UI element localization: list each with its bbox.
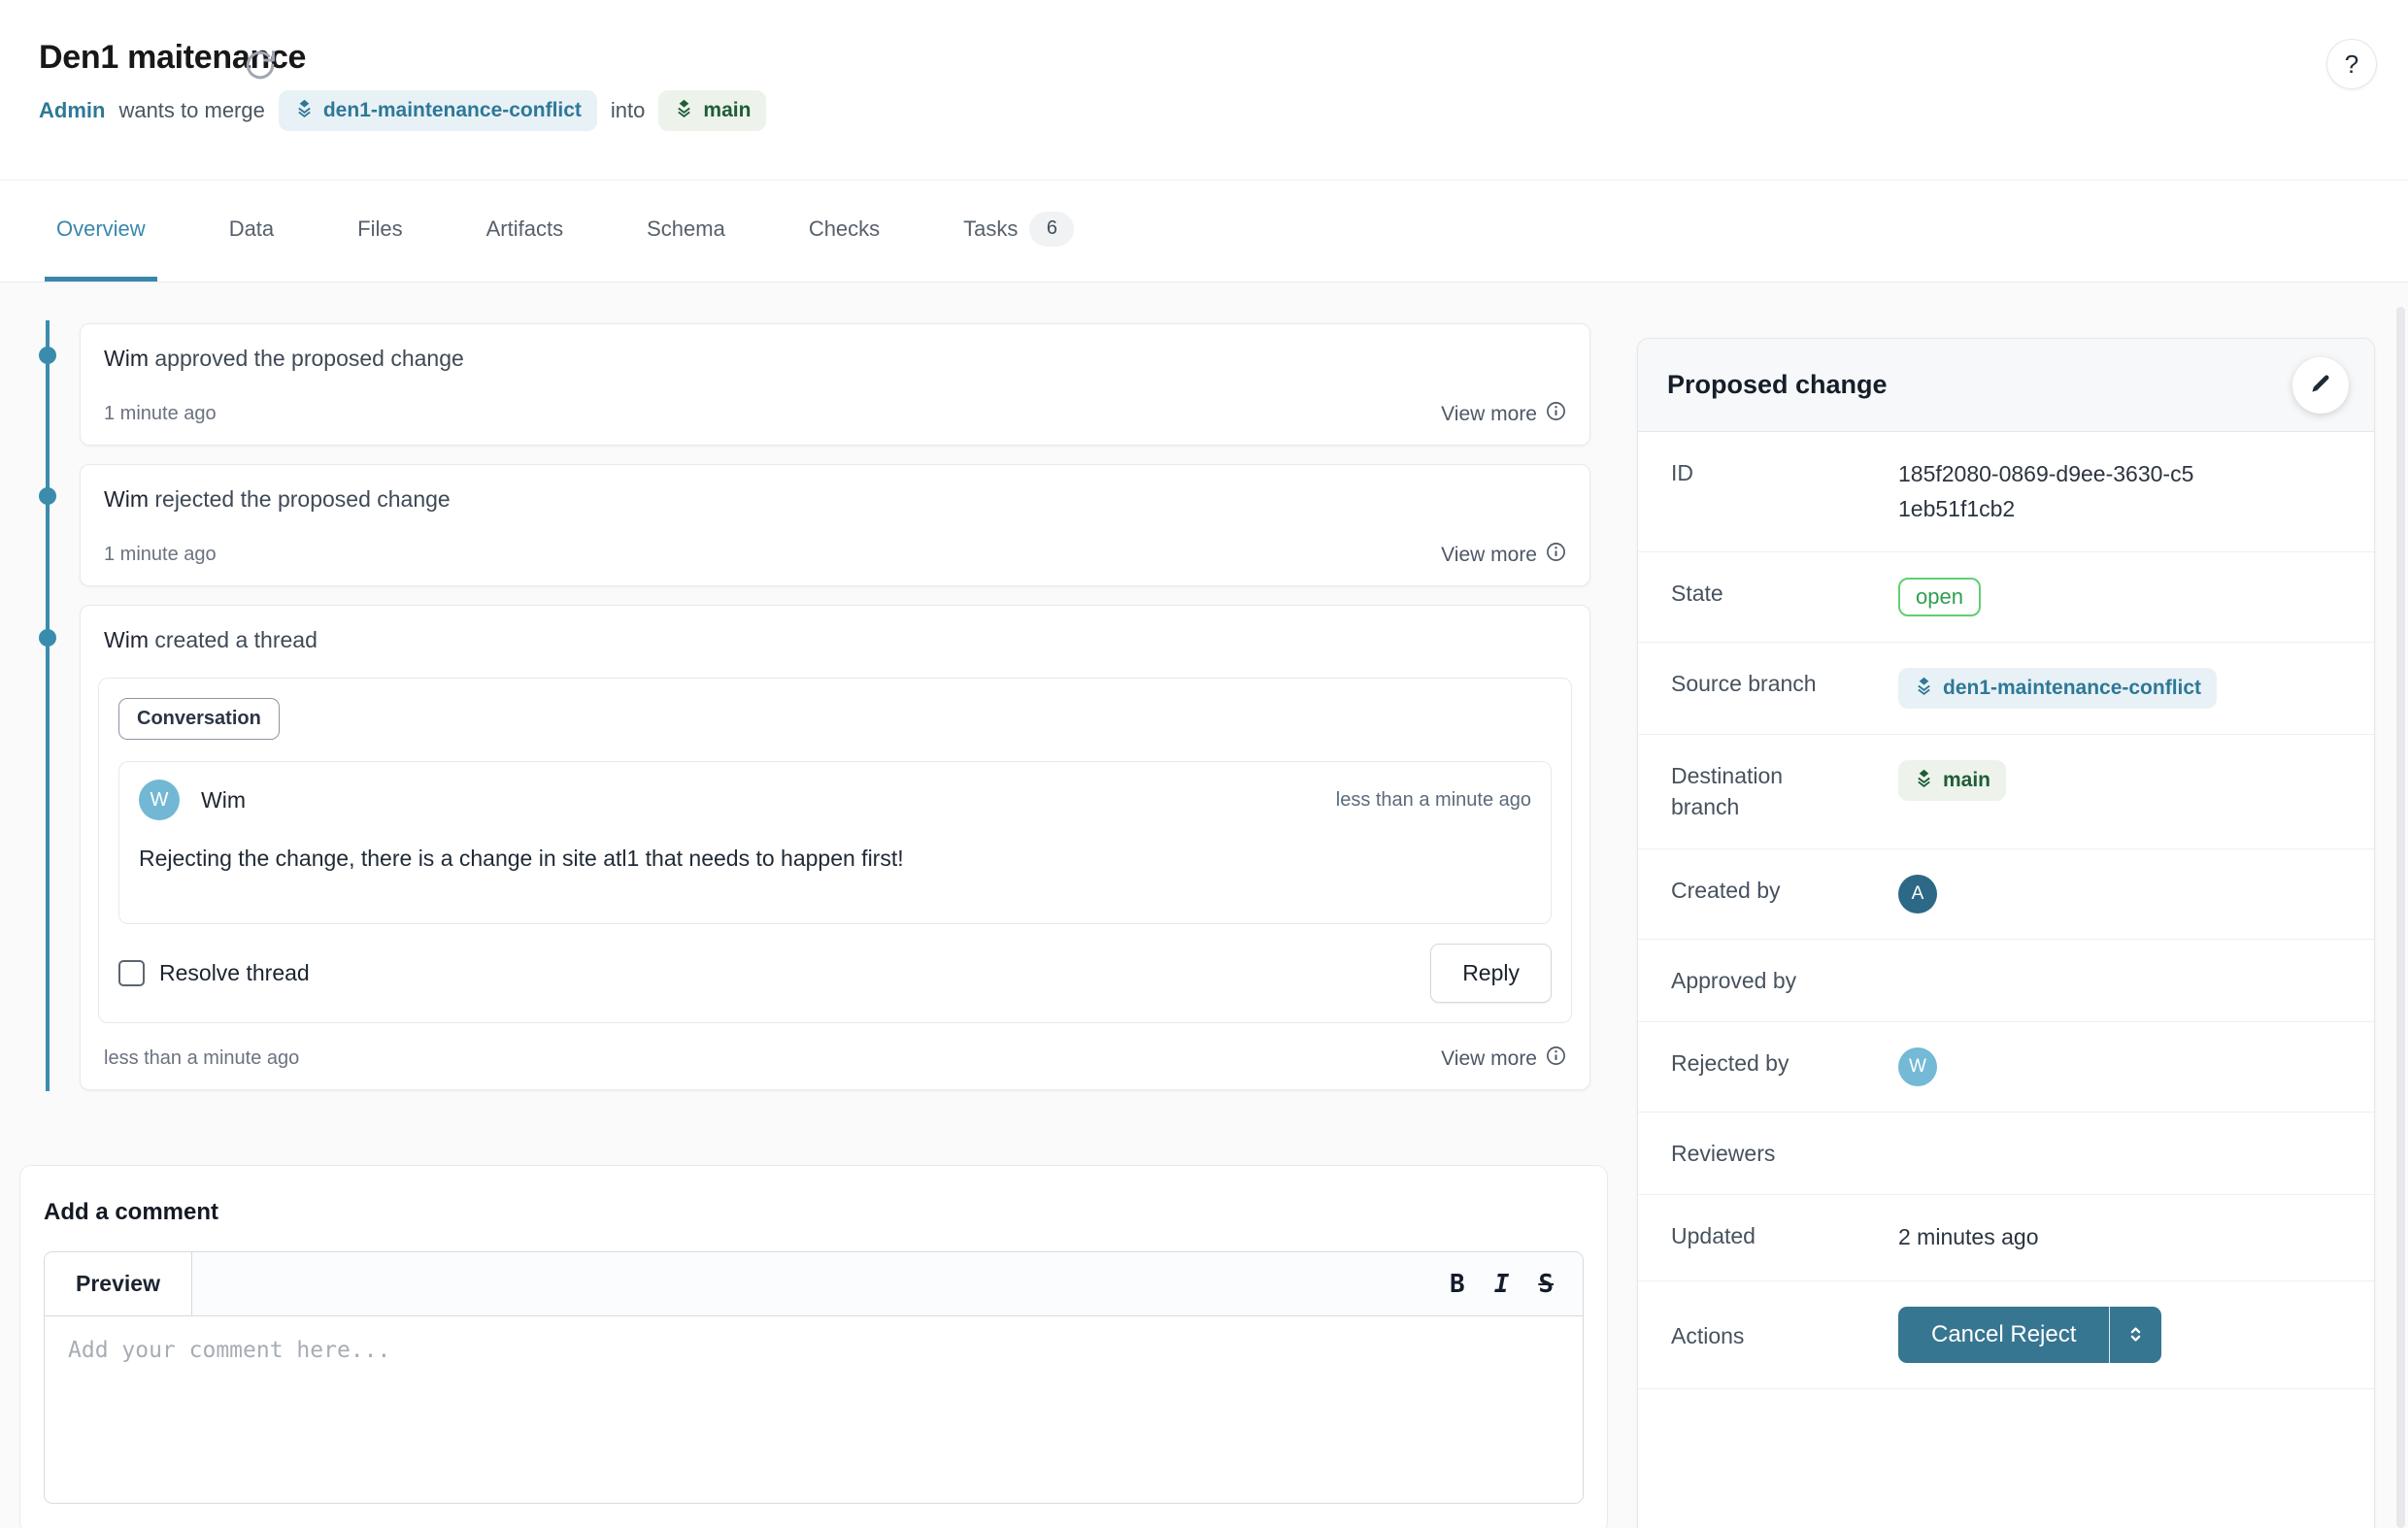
bold-icon[interactable]: B bbox=[1450, 1270, 1465, 1299]
tab-checks[interactable]: Checks bbox=[797, 181, 891, 282]
row-id: ID 185f2080-0869-d9ee-3630-c51eb51f1cb2 bbox=[1638, 432, 2374, 552]
tab-tasks[interactable]: Tasks 6 bbox=[952, 181, 1086, 282]
row-created-by: Created by A bbox=[1638, 849, 2374, 940]
row-actions: Actions Cancel Reject bbox=[1638, 1281, 2374, 1389]
thread-box: Conversation W Wim less than a minute ag… bbox=[98, 678, 1572, 1023]
help-button[interactable]: ? bbox=[2326, 39, 2377, 89]
row-reviewers: Reviewers bbox=[1638, 1113, 2374, 1195]
panel-title: Proposed change bbox=[1667, 370, 1888, 400]
event-timestamp: 1 minute ago bbox=[104, 403, 217, 425]
chevron-up-down-icon[interactable] bbox=[2109, 1307, 2161, 1363]
comment-input[interactable] bbox=[45, 1316, 1583, 1504]
row-source-branch: Source branch den1-maintenance-conflict bbox=[1638, 643, 2374, 735]
tab-overview[interactable]: Overview bbox=[45, 181, 157, 282]
row-approved-by: Approved by bbox=[1638, 940, 2374, 1022]
view-more-link[interactable]: View more bbox=[1441, 1046, 1566, 1072]
source-branch-name: den1-maintenance-conflict bbox=[323, 99, 582, 122]
proposed-change-page: Den1 maitenance ? Admin wants to merge bbox=[0, 0, 2408, 1528]
refresh-icon bbox=[244, 49, 277, 84]
avatar-wim[interactable]: W bbox=[1898, 1047, 1937, 1086]
row-destination-branch: Destination branch main bbox=[1638, 735, 2374, 848]
reply-button[interactable]: Reply bbox=[1430, 944, 1552, 1003]
view-more-link[interactable]: View more bbox=[1441, 542, 1566, 568]
event-card-thread: Wim created a thread Conversation W Wim … bbox=[80, 605, 1590, 1090]
avatar-admin[interactable]: A bbox=[1898, 875, 1937, 913]
event-actor: Wim bbox=[104, 486, 149, 512]
proposed-change-panel: Proposed change ID 185f2080-0869-d9ee-36… bbox=[1637, 338, 2375, 1528]
destination-branch-name: main bbox=[703, 99, 751, 122]
tab-data[interactable]: Data bbox=[217, 181, 285, 282]
pencil-icon bbox=[2309, 372, 2332, 398]
event-action: approved the proposed change bbox=[154, 346, 463, 371]
event-timestamp: less than a minute ago bbox=[104, 1047, 299, 1070]
comment-author: Wim bbox=[201, 787, 246, 814]
merge-text: wants to merge bbox=[118, 98, 264, 123]
change-id-value: 185f2080-0869-d9ee-3630-c51eb51f1cb2 bbox=[1898, 457, 2199, 526]
event-card-approved: Wim approved the proposed change 1 minut… bbox=[80, 323, 1590, 446]
tab-bar: Overview Data Files Artifacts Schema Che… bbox=[0, 181, 2408, 282]
thread-comment: W Wim less than a minute ago Rejecting t… bbox=[118, 761, 1552, 924]
tab-artifacts[interactable]: Artifacts bbox=[475, 181, 575, 282]
row-rejected-by: Rejected by W bbox=[1638, 1022, 2374, 1113]
page-scrollbar[interactable] bbox=[2396, 307, 2405, 1528]
cancel-reject-button[interactable]: Cancel Reject bbox=[1898, 1307, 2161, 1363]
state-open-badge: open bbox=[1898, 578, 1981, 616]
comment-body: Rejecting the change, there is a change … bbox=[139, 846, 1531, 872]
comment-editor: Preview B I S bbox=[44, 1251, 1584, 1504]
event-timestamp: 1 minute ago bbox=[104, 544, 217, 566]
source-branch-badge[interactable]: den1-maintenance-conflict bbox=[1898, 668, 2217, 709]
resolve-thread-checkbox[interactable] bbox=[118, 960, 145, 986]
info-icon bbox=[1546, 542, 1566, 568]
comment-timestamp: less than a minute ago bbox=[1336, 789, 1531, 812]
merge-summary: Admin wants to merge den1-maintenance-co… bbox=[39, 89, 766, 132]
timeline-line bbox=[46, 320, 50, 1091]
timeline-dot bbox=[39, 347, 56, 364]
timeline-dot bbox=[39, 487, 56, 505]
avatar-wim[interactable]: W bbox=[139, 780, 180, 820]
strikethrough-icon[interactable]: S bbox=[1538, 1270, 1554, 1299]
question-mark-icon: ? bbox=[2345, 50, 2358, 80]
tab-schema[interactable]: Schema bbox=[635, 181, 737, 282]
updated-value: 2 minutes ago bbox=[1898, 1220, 2038, 1255]
row-state: State open bbox=[1638, 552, 2374, 643]
page-header: Den1 maitenance ? Admin wants to merge bbox=[0, 0, 2408, 181]
branch-stack-icon bbox=[1914, 676, 1934, 702]
row-updated: Updated 2 minutes ago bbox=[1638, 1195, 2374, 1281]
timeline-dot bbox=[39, 629, 56, 647]
edit-button[interactable] bbox=[2292, 357, 2349, 414]
view-more-link[interactable]: View more bbox=[1441, 401, 1566, 427]
event-action: created a thread bbox=[154, 627, 318, 652]
event-card-rejected: Wim rejected the proposed change 1 minut… bbox=[80, 464, 1590, 586]
branch-stack-icon bbox=[674, 98, 694, 124]
info-icon bbox=[1546, 1046, 1566, 1072]
source-branch-badge[interactable]: den1-maintenance-conflict bbox=[279, 90, 597, 131]
conversation-tag: Conversation bbox=[118, 698, 280, 740]
event-action: rejected the proposed change bbox=[154, 486, 450, 512]
info-icon bbox=[1546, 401, 1566, 427]
tasks-count-badge: 6 bbox=[1029, 212, 1074, 247]
italic-icon[interactable]: I bbox=[1494, 1270, 1510, 1299]
author-link[interactable]: Admin bbox=[39, 98, 105, 123]
branch-stack-icon bbox=[294, 98, 315, 124]
branch-stack-icon bbox=[1914, 768, 1934, 794]
tab-files[interactable]: Files bbox=[346, 181, 414, 282]
resolve-thread-label: Resolve thread bbox=[159, 960, 310, 986]
add-comment-section: Add a comment Preview B I S bbox=[19, 1165, 1608, 1528]
add-comment-title: Add a comment bbox=[44, 1199, 1584, 1226]
event-actor: Wim bbox=[104, 346, 149, 371]
event-actor: Wim bbox=[104, 627, 149, 652]
into-text: into bbox=[611, 98, 645, 123]
destination-branch-badge[interactable]: main bbox=[658, 90, 766, 131]
refresh-button[interactable] bbox=[241, 47, 280, 85]
destination-branch-badge[interactable]: main bbox=[1898, 760, 2006, 801]
tab-preview[interactable]: Preview bbox=[45, 1252, 192, 1315]
